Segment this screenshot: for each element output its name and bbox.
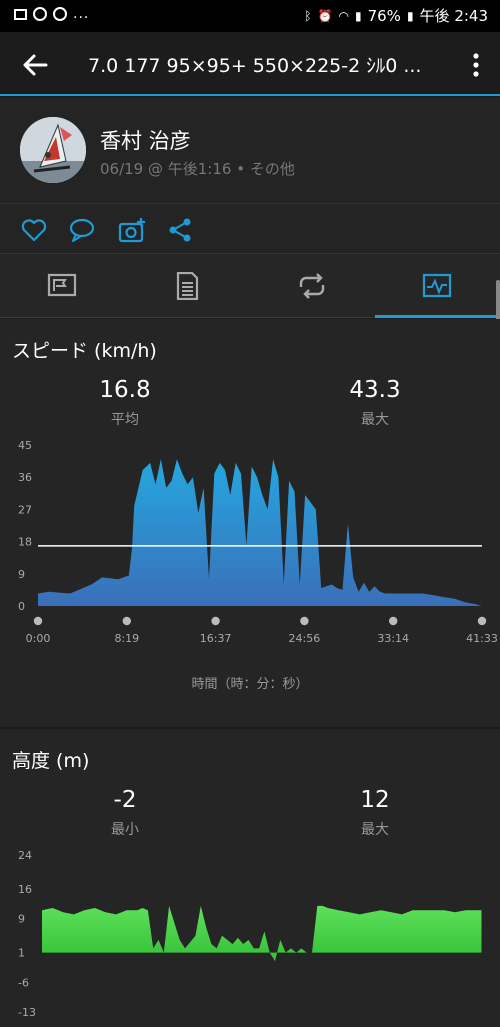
battery-percent: 76%: [367, 6, 401, 25]
loop-icon: [299, 273, 325, 299]
x-tick-label: 16:37: [200, 632, 232, 645]
altitude-section: 高度 (m) -2 最小 12 最大 24 16 9 1 -6 -13: [0, 729, 500, 1027]
battery-icon: ▮: [406, 8, 414, 23]
x-tick-dot: [122, 616, 131, 626]
status-bar: ... ᛒ ⏰ ◠ ▮ 76% ▮ 午後 2:43: [0, 0, 500, 32]
sync-icon: [33, 7, 47, 21]
speed-section: スピード (km/h) 16.8 平均 43.3 最大 45 36 27 18 9 0 0:…: [0, 319, 500, 727]
x-tick-dot: [211, 616, 220, 626]
y-tick-label: 16: [18, 883, 32, 896]
signal-icon: ▮: [354, 8, 362, 23]
altitude-max-label: 最大: [361, 822, 389, 838]
altitude-title: 高度 (m): [12, 750, 90, 772]
y-tick-label: -13: [18, 1006, 36, 1019]
clock: 午後 2:43: [419, 7, 488, 25]
altitude-max-value: 12: [360, 787, 390, 813]
image-icon: [14, 8, 27, 20]
y-tick-label: 45: [18, 439, 32, 452]
y-tick-label: 0: [18, 600, 25, 613]
altitude-min-value: -2: [113, 787, 137, 813]
alarm-icon: ⏰: [317, 8, 333, 23]
speed-area-series: [38, 459, 482, 606]
add-photo-icon[interactable]: [118, 216, 146, 244]
comment-icon[interactable]: [68, 216, 96, 244]
more-notifications: ...: [73, 6, 90, 22]
x-tick-label: 41:33: [466, 632, 498, 645]
speed-max-value: 43.3: [349, 377, 401, 403]
chart-pulse-icon: [422, 273, 452, 298]
windsurf-photo: [20, 117, 86, 183]
x-tick-dot: [300, 616, 309, 626]
altitude-min-label: 最小: [111, 822, 139, 838]
x-tick-dot: [477, 616, 487, 626]
y-tick-label: 1: [18, 947, 25, 960]
app-bar: 7.0 177 95×95+ 550×225-2 ｼﾙ0 ...: [0, 32, 500, 96]
user-name[interactable]: 香村 治彦: [100, 125, 191, 155]
y-tick-label: 27: [18, 503, 32, 516]
tab-charts[interactable]: [375, 254, 500, 318]
y-tick-label: 18: [18, 536, 32, 549]
action-bar: [0, 204, 500, 254]
activity-title: 7.0 177 95×95+ 550×225-2 ｼﾙ0 ...: [88, 55, 422, 77]
y-tick-label: 9: [18, 913, 25, 926]
speed-title: スピード (km/h): [12, 340, 157, 362]
x-tick-label: 24:56: [289, 632, 321, 645]
y-tick-label: 36: [18, 471, 32, 484]
more-vert-icon[interactable]: [466, 50, 486, 80]
speed-avg-label: 平均: [111, 412, 139, 428]
active-tab-indicator: [375, 315, 500, 318]
profile-header: 香村 治彦 06/19 @ 午後1:16 • その他: [0, 98, 500, 204]
share-icon[interactable]: [167, 216, 195, 244]
x-tick-label: 33:14: [377, 632, 409, 645]
x-tick-label: 0:00: [26, 632, 51, 645]
y-tick-label: 24: [18, 849, 32, 862]
tab-details[interactable]: [125, 254, 250, 318]
y-tick-label: 9: [18, 568, 25, 581]
x-tick-dot: [33, 616, 43, 626]
speed-avg-value: 16.8: [99, 377, 151, 403]
activity-meta: 06/19 @ 午後1:16 • その他: [100, 160, 295, 178]
tab-bar: [0, 254, 500, 318]
x-tick-dot: [389, 616, 398, 626]
wifi-icon: ◠: [338, 8, 349, 23]
tab-laps[interactable]: [250, 254, 375, 318]
like-heart-icon[interactable]: [20, 216, 48, 244]
tab-overview[interactable]: [0, 254, 125, 318]
flag-card-icon: [47, 273, 77, 297]
back-arrow-icon[interactable]: [18, 48, 52, 82]
time-axis-label: 時間（時：分：秒）: [191, 677, 309, 692]
x-tick-label: 8:19: [114, 632, 139, 645]
y-tick-label: -6: [18, 976, 29, 989]
sync-icon-2: [53, 7, 67, 21]
bluetooth-icon: ᛒ: [304, 8, 312, 23]
avatar[interactable]: [20, 117, 86, 183]
speed-max-label: 最大: [361, 412, 389, 428]
altitude-area-series: [42, 905, 482, 962]
document-icon: [176, 272, 199, 300]
speed-chart[interactable]: 45 36 27 18 9 0 0:00 8:19 16:37 24:56 33:14 41:33: [0, 434, 500, 674]
altitude-chart[interactable]: 24 16 9 1 -6 -13: [0, 844, 500, 1027]
